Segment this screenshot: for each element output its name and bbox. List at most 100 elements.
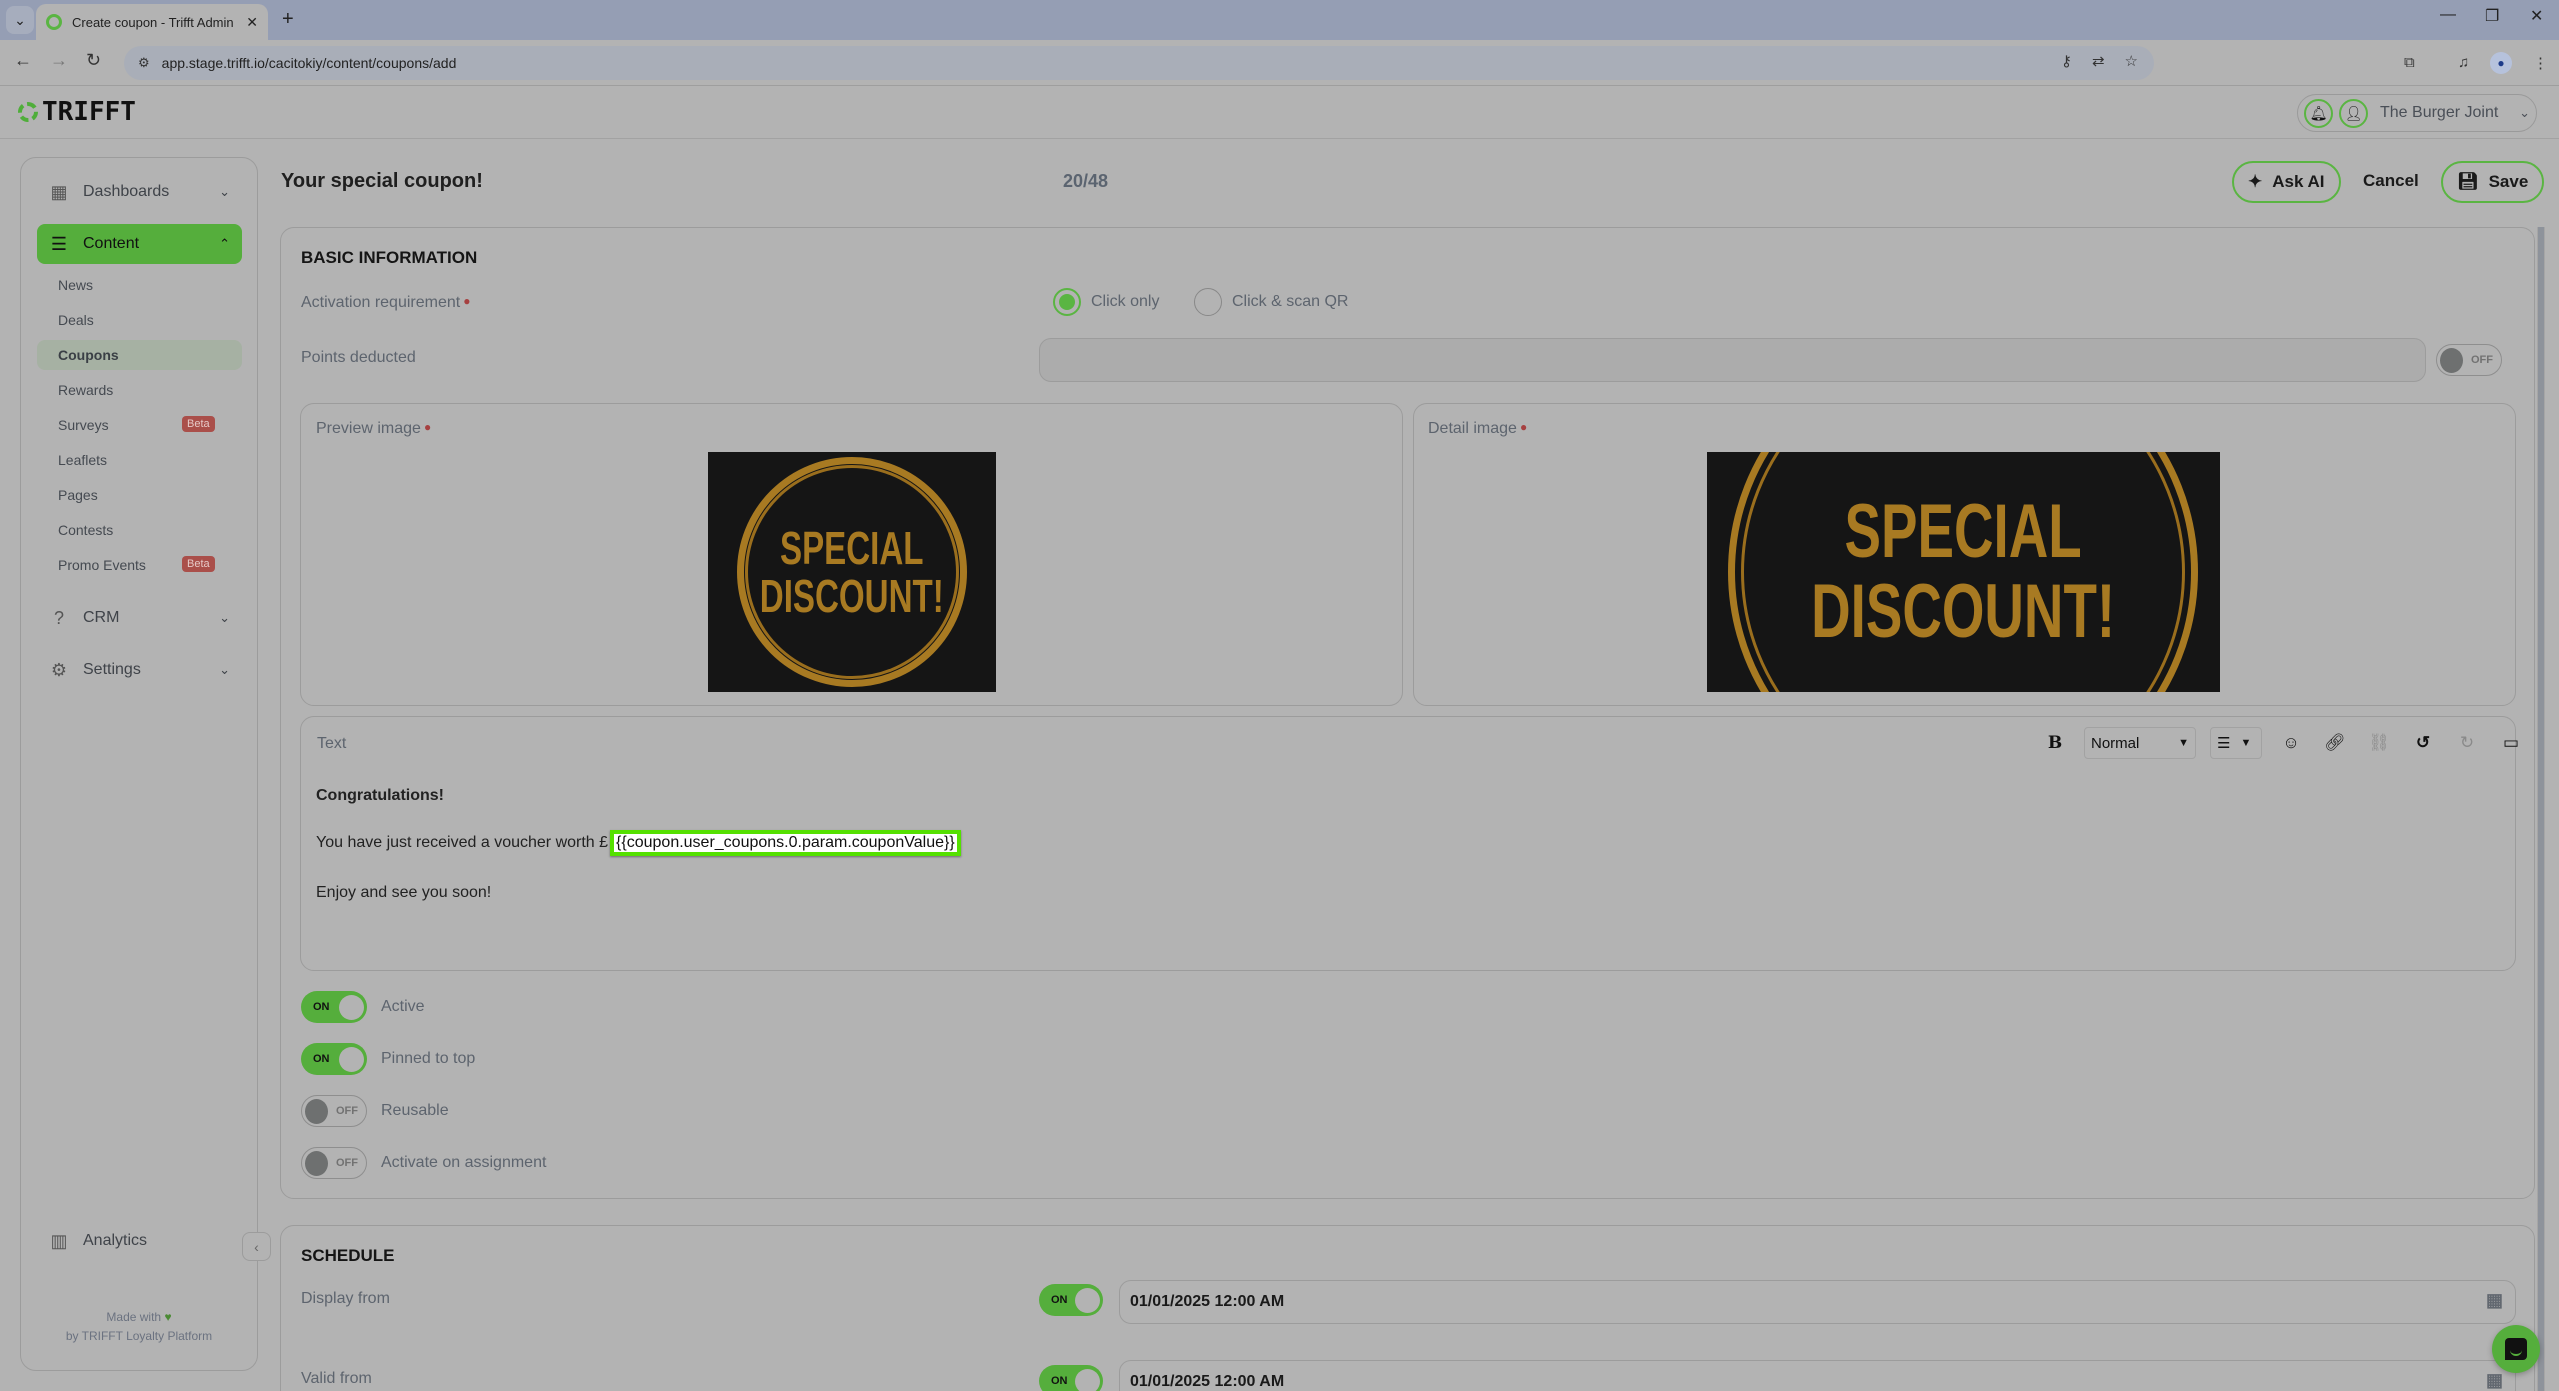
page-scrollbar-thumb[interactable] [2538, 227, 2544, 1391]
sidebar: ▦ Dashboards ⌄ ☰ Content ⌃ News Deals Co… [20, 157, 258, 1371]
sidebar-item-pages[interactable]: Pages [37, 480, 242, 510]
floppy-disk-icon: 💾︎ [2457, 172, 2479, 191]
bold-icon[interactable]: B [2040, 733, 2070, 753]
new-tab-button[interactable]: + [282, 8, 294, 31]
radio-click-scan-qr[interactable]: Click & scan QR [1194, 288, 1348, 316]
reusable-toggle[interactable]: OFF [301, 1095, 367, 1127]
list-type-select[interactable]: ☰ ▼ [2210, 727, 2262, 759]
active-toggle[interactable]: ON [301, 991, 367, 1023]
button-label: Ask AI [2272, 172, 2325, 191]
password-key-icon[interactable]: ⚷ [2061, 52, 2072, 70]
pinned-to-top-toggle[interactable]: ON [301, 1043, 367, 1075]
editor-line-voucher[interactable]: You have just received a voucher worth £… [316, 830, 961, 856]
site-info-icon[interactable]: ⚙ [138, 55, 150, 71]
sidebar-item-news[interactable]: News [37, 270, 242, 300]
ask-ai-button[interactable]: ✦ Ask AI [2232, 161, 2341, 203]
save-button[interactable]: 💾︎ Save [2441, 161, 2545, 203]
browser-tab-bar: ⌄ Create coupon - Trifft Admin ✕ + — ❐ ✕ [0, 0, 2559, 40]
sidebar-item-contests[interactable]: Contests [37, 515, 242, 545]
footer-text: Made with [106, 1310, 162, 1324]
browser-tab[interactable]: Create coupon - Trifft Admin ✕ [36, 4, 268, 40]
calendar-icon[interactable]: ▦ [2486, 1370, 2503, 1391]
sidebar-item-coupons[interactable]: Coupons [37, 340, 242, 370]
translate-icon[interactable]: ⇄ [2092, 52, 2105, 70]
sidebar-item-dashboards[interactable]: ▦ Dashboards ⌄ [37, 172, 242, 212]
activation-requirement-label: Activation requirement ● [301, 294, 470, 312]
editor-line-enjoy[interactable]: Enjoy and see you soon! [316, 884, 491, 902]
activate-on-assignment-toggle[interactable]: OFF [301, 1147, 367, 1179]
highlighted-placeholder-token[interactable]: {{coupon.user_coupons.0.param.couponValu… [610, 830, 961, 856]
restore-icon[interactable]: ❐ [2485, 6, 2499, 26]
collapse-sidebar-button[interactable]: ‹ [242, 1232, 271, 1261]
page-title[interactable]: Your special coupon! [281, 170, 483, 193]
tab-search-button[interactable]: ⌄ [6, 6, 34, 34]
chevron-down-icon: ⌄ [219, 184, 230, 199]
account-switcher[interactable]: 🔔︎ 👤︎ The Burger Joint ⌄ [2297, 94, 2537, 132]
user-icon[interactable]: 👤︎ [2339, 98, 2368, 128]
chevron-up-icon: ⌃ [219, 236, 230, 251]
media-icon[interactable]: ♫ [2458, 54, 2469, 71]
chrome-menu-icon[interactable]: ⋮ [2533, 54, 2548, 72]
minimize-icon[interactable]: — [2440, 6, 2456, 24]
image-text-line: DISCOUNT! [759, 570, 944, 622]
sidebar-label: Surveys [58, 417, 109, 433]
beta-badge: Beta [182, 556, 215, 572]
editor-line-congratulations[interactable]: Congratulations! [316, 787, 444, 805]
trifft-logo[interactable]: TRIFFT [18, 97, 136, 127]
points-deducted-toggle[interactable]: OFF [2436, 344, 2502, 376]
bookmark-star-icon[interactable]: ☆ [2125, 52, 2138, 70]
redo-icon[interactable]: ↻ [2452, 733, 2482, 753]
sidebar-item-rewards[interactable]: Rewards [37, 375, 242, 405]
sidebar-item-surveys[interactable]: Surveys Beta [37, 410, 242, 440]
valid-from-label: Valid from [301, 1370, 372, 1387]
cancel-button[interactable]: Cancel [2363, 171, 2419, 191]
points-deducted-label: Points deducted [301, 349, 416, 366]
date-value: 01/01/2025 12:00 AM [1130, 1373, 1285, 1390]
sidebar-item-content[interactable]: ☰ Content ⌃ [37, 224, 242, 264]
url-bar[interactable]: ⚙ app.stage.trifft.io/cacitokiy/content/… [124, 46, 2154, 80]
sidebar-item-deals[interactable]: Deals [37, 305, 242, 335]
image-text-line: SPECIAL [1844, 489, 2083, 575]
unlink-icon[interactable]: ⛓ [2364, 733, 2394, 753]
sidebar-item-settings[interactable]: ⚙ Settings ⌄ [37, 650, 242, 690]
display-from-date-input[interactable]: 01/01/2025 12:00 AM ▦ [1119, 1280, 2516, 1324]
toggle-knob [2440, 347, 2463, 373]
label-text: Preview image [316, 420, 421, 437]
calendar-icon[interactable]: ▦ [2486, 1290, 2503, 1311]
sidebar-item-analytics[interactable]: ▥ Analytics [37, 1221, 242, 1261]
radio-click-only[interactable]: Click only [1053, 288, 1159, 316]
valid-from-toggle[interactable]: ON [1039, 1365, 1103, 1391]
forward-icon[interactable]: → [50, 50, 68, 71]
close-tab-icon[interactable]: ✕ [246, 14, 258, 31]
sidebar-item-crm[interactable]: ? CRM ⌄ [37, 598, 242, 638]
close-window-icon[interactable]: ✕ [2530, 6, 2543, 26]
profile-avatar-icon[interactable]: ● [2490, 52, 2512, 74]
toggle-state: OFF [2471, 354, 2493, 366]
emoji-icon[interactable]: ☺ [2276, 733, 2306, 753]
undo-icon[interactable]: ↺ [2408, 733, 2438, 753]
valid-from-date-input[interactable]: 01/01/2025 12:00 AM ▦ [1119, 1360, 2516, 1391]
beta-badge: Beta [182, 416, 215, 432]
sidebar-item-leaflets[interactable]: Leaflets [37, 445, 242, 475]
back-icon[interactable]: ← [14, 50, 32, 71]
detail-image-label: Detail image ● [1428, 420, 1527, 438]
toggle-state: ON [1051, 1294, 1068, 1306]
reload-icon[interactable]: ↻ [86, 50, 101, 71]
link-icon[interactable]: 🔗︎ [2320, 733, 2350, 753]
chat-support-button[interactable] [2492, 1325, 2540, 1373]
text-format-select[interactable]: Normal ▼ [2084, 727, 2196, 759]
bell-icon[interactable]: 🔔︎ [2304, 98, 2333, 128]
detail-image[interactable]: SPECIAL DISCOUNT! [1707, 452, 2220, 692]
preview-image-label: Preview image ● [316, 420, 431, 438]
logo-ring-icon [18, 102, 38, 122]
points-deducted-input[interactable] [1039, 338, 2426, 382]
radio-label: Click only [1091, 293, 1160, 310]
url-text[interactable]: app.stage.trifft.io/cacitokiy/content/co… [162, 55, 457, 71]
preview-image[interactable]: SPECIAL DISCOUNT! [708, 452, 996, 692]
insert-image-icon[interactable]: ▭ [2496, 733, 2526, 753]
caret-down-icon: ▼ [2240, 737, 2252, 749]
extensions-icon[interactable]: ⧉ [2404, 54, 2415, 71]
sidebar-item-promo-events[interactable]: Promo Events Beta [37, 550, 242, 580]
display-from-toggle[interactable]: ON [1039, 1284, 1103, 1316]
dashboard-icon: ▦ [50, 181, 68, 202]
